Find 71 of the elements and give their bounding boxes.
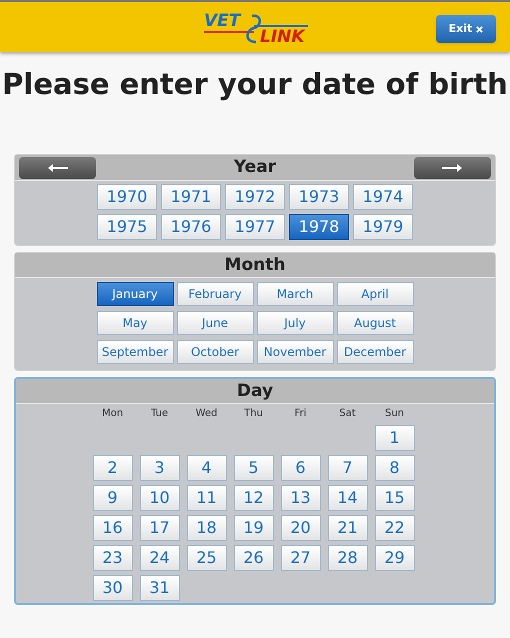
day-option[interactable]: 25: [186, 545, 226, 572]
month-option[interactable]: December: [336, 340, 414, 364]
day-option[interactable]: 23: [92, 545, 132, 572]
day-option[interactable]: 12: [234, 485, 274, 512]
day-option[interactable]: 24: [140, 545, 180, 572]
month-option[interactable]: March: [256, 282, 334, 306]
year-option[interactable]: 1975: [97, 214, 157, 240]
day-option[interactable]: 18: [186, 515, 226, 542]
close-icon: [476, 26, 484, 32]
day-option[interactable]: 5: [234, 455, 274, 482]
day-option[interactable]: 27: [280, 545, 320, 572]
day-option[interactable]: 28: [328, 545, 368, 572]
day-option[interactable]: 19: [234, 515, 274, 542]
day-option[interactable]: 4: [186, 455, 226, 482]
month-option[interactable]: July: [256, 311, 334, 336]
weekday-label: Sat: [338, 407, 357, 422]
year-option[interactable]: 1972: [225, 184, 285, 210]
day-option[interactable]: 7: [328, 455, 368, 482]
month-option[interactable]: September: [96, 340, 174, 364]
day-option[interactable]: 13: [280, 485, 320, 512]
weekday-label: Tue: [150, 407, 170, 422]
day-option[interactable]: 10: [140, 485, 180, 512]
year-option[interactable]: 1974: [353, 184, 413, 210]
year-option[interactable]: 1977: [225, 214, 285, 240]
day-option[interactable]: 9: [92, 485, 132, 512]
year-option[interactable]: 1970: [97, 184, 157, 210]
year-option[interactable]: 1978: [289, 214, 349, 240]
day-option[interactable]: 8: [374, 455, 414, 482]
previous-button[interactable]: [19, 156, 96, 179]
day-option[interactable]: 30: [92, 575, 132, 602]
day-option[interactable]: 17: [140, 515, 180, 542]
month-option[interactable]: May: [96, 311, 174, 336]
month-option[interactable]: June: [176, 311, 254, 336]
left-arrow-icon: [46, 162, 68, 173]
panel-title: Year: [234, 156, 276, 179]
month-option[interactable]: April: [336, 282, 414, 306]
day-option[interactable]: 21: [328, 515, 368, 542]
day-option[interactable]: 22: [374, 515, 414, 542]
day-option[interactable]: 3: [140, 455, 180, 482]
weekday-label: Wed: [194, 407, 218, 422]
next-button[interactable]: [414, 156, 491, 179]
day-option[interactable]: 11: [186, 485, 226, 512]
panel-title: Day: [236, 380, 274, 402]
logo: VET LINK: [204, 12, 308, 48]
exit-button[interactable]: Exit: [436, 15, 496, 43]
year-option[interactable]: 1976: [161, 214, 221, 240]
day-option[interactable]: 29: [374, 545, 414, 572]
page-title: Please enter your date of birth: [1, 66, 509, 102]
day-option[interactable]: 31: [140, 575, 180, 602]
month-option[interactable]: November: [256, 340, 334, 364]
day-option[interactable]: 16: [92, 515, 132, 542]
panel-title: Month: [224, 254, 286, 276]
weekday-label: Thu: [243, 407, 264, 422]
day-option[interactable]: 20: [280, 515, 320, 542]
weekday-label: Mon: [100, 407, 124, 422]
year-option[interactable]: 1971: [161, 184, 221, 210]
day-option[interactable]: 6: [280, 455, 320, 482]
year-option[interactable]: 1973: [289, 184, 349, 210]
right-arrow-icon: [441, 162, 464, 173]
day-option[interactable]: 2: [92, 455, 132, 482]
day-option[interactable]: 26: [234, 545, 274, 572]
weekday-label: Sun: [384, 407, 406, 422]
month-option[interactable]: January: [96, 282, 174, 306]
month-option[interactable]: August: [336, 311, 414, 336]
month-option[interactable]: February: [176, 282, 254, 306]
month-option[interactable]: October: [176, 340, 254, 364]
year-option[interactable]: 1979: [353, 214, 413, 240]
day-option[interactable]: 14: [328, 485, 368, 512]
day-option[interactable]: 15: [374, 485, 414, 512]
weekday-label: Fri: [294, 407, 308, 422]
day-option[interactable]: 1: [374, 425, 414, 452]
